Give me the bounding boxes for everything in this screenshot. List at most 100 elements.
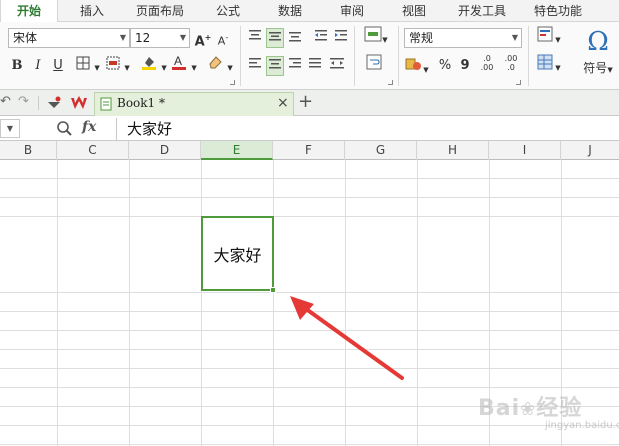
currency-button[interactable]: ▼ (404, 56, 430, 76)
column-header-d[interactable]: D (129, 141, 201, 160)
decrease-decimal-button[interactable]: .00 .0 (502, 54, 524, 74)
annotation-arrow-icon (290, 296, 404, 380)
separator (354, 26, 355, 86)
column-header-g[interactable]: G (345, 141, 417, 160)
column-header-b[interactable]: B (0, 141, 57, 160)
alignment-group-launcher-icon[interactable] (388, 80, 393, 85)
tab-special-features[interactable]: 特色功能 (526, 0, 590, 22)
paint-bucket-icon (141, 57, 161, 74)
tab-view[interactable]: 视图 (392, 0, 436, 22)
column-header-j[interactable]: J (561, 141, 619, 160)
watermark-brand: Bai (478, 396, 521, 421)
align-top-button[interactable] (246, 28, 264, 48)
percent-button[interactable]: % (436, 56, 454, 76)
distributed-align-icon (330, 58, 344, 69)
fill-handle[interactable] (270, 287, 276, 293)
tab-insert[interactable]: 插入 (70, 0, 114, 22)
table-style-button[interactable]: ▼ (534, 54, 564, 74)
symbol-icon[interactable]: Ω (578, 24, 618, 60)
tab-review[interactable]: 审阅 (330, 0, 374, 22)
align-center-button[interactable] (266, 56, 284, 76)
close-tab-button[interactable]: × (277, 95, 289, 111)
document-tab[interactable]: Book1 * × (94, 92, 294, 116)
watermark-brand-suffix: 经验 (536, 396, 583, 421)
conditional-format-button[interactable]: ▼ (534, 26, 564, 46)
font-color-button[interactable]: A ▼ (170, 54, 198, 74)
row-line (0, 425, 619, 426)
clear-format-button[interactable]: ▼ (206, 54, 234, 74)
bold-button[interactable]: B (8, 56, 26, 76)
column-header-e[interactable]: E (201, 141, 273, 160)
watermark-url: jingyan.baidu.com (545, 420, 619, 431)
baidu-paw-icon: ❀ (520, 399, 537, 420)
align-middle-button[interactable] (266, 28, 284, 48)
align-left-button[interactable] (246, 56, 264, 76)
align-right-button[interactable] (286, 56, 304, 76)
underline-button[interactable]: U (50, 56, 66, 76)
fill-color-button[interactable]: ▼ (140, 54, 168, 74)
wps-logo-icon[interactable] (70, 94, 88, 112)
shrink-font-button[interactable]: A- (214, 28, 232, 48)
number-format-value: 常规 (409, 31, 434, 45)
function-icon[interactable]: fx (82, 119, 96, 135)
grow-font-button[interactable]: A+ (194, 28, 212, 50)
undo-icon[interactable]: ↶ (0, 94, 14, 112)
align-bottom-button[interactable] (286, 28, 304, 48)
column-header-c[interactable]: C (57, 141, 129, 160)
merge-center-button[interactable]: ▼ (362, 26, 390, 46)
column-header-i[interactable]: I (489, 141, 561, 160)
justify-button[interactable] (306, 56, 324, 76)
number-format-select[interactable]: 常规 ▼ (404, 28, 522, 48)
cell-value: 大家好 (213, 245, 262, 265)
wrap-text-icon (366, 54, 382, 70)
quick-access-customize-icon[interactable] (46, 95, 62, 111)
font-name-select[interactable]: 宋体 ▼ (8, 28, 130, 48)
align-center-icon (269, 59, 281, 69)
column-header-h[interactable]: H (417, 141, 489, 160)
distributed-align-button[interactable] (326, 56, 348, 76)
new-tab-button[interactable]: + (298, 91, 313, 112)
column-line (417, 160, 418, 446)
column-header-f[interactable]: F (273, 141, 345, 160)
currency-icon (405, 58, 422, 70)
tab-developer[interactable]: 开发工具 (450, 0, 514, 22)
watermark: Bai❀经验 (478, 390, 582, 422)
separator (528, 26, 529, 86)
decrease-decimal-icon: .00 .0 (504, 54, 518, 72)
increase-indent-icon (335, 30, 347, 41)
separator (38, 96, 39, 110)
conditional-format-icon (537, 26, 553, 42)
tab-page-layout[interactable]: 页面布局 (128, 0, 192, 22)
chevron-down-icon: ▼ (119, 33, 126, 42)
italic-button[interactable]: I (30, 56, 46, 76)
tab-home[interactable]: 开始 (0, 0, 58, 23)
increase-indent-button[interactable] (332, 28, 350, 48)
redo-icon[interactable]: ↷ (18, 94, 32, 112)
align-middle-icon (269, 32, 281, 41)
zoom-icon[interactable] (56, 120, 72, 136)
name-box-dropdown[interactable]: ▼ (0, 119, 20, 138)
increase-decimal-button[interactable]: .0 .00 (478, 54, 500, 74)
borders-button[interactable]: ▼ (74, 56, 102, 76)
merge-cells-button[interactable]: ▼ (104, 56, 132, 76)
wrap-text-button[interactable] (362, 54, 386, 74)
comma-button[interactable]: 9 (456, 56, 474, 76)
tab-data[interactable]: 数据 (268, 0, 312, 22)
tab-formulas[interactable]: 公式 (206, 0, 250, 22)
column-line (57, 160, 58, 446)
font-size-value: 12 (135, 31, 151, 45)
grow-font-icon: A (194, 34, 205, 50)
selected-cell-e[interactable]: 大家好 (201, 216, 274, 291)
align-left-icon (249, 58, 261, 68)
number-group-launcher-icon[interactable] (516, 80, 521, 85)
font-group-launcher-icon[interactable] (230, 80, 235, 85)
column-line (273, 160, 274, 446)
increase-decimal-icon: .0 .00 (480, 54, 494, 72)
symbol-button[interactable]: 符号▼ (576, 58, 619, 78)
decrease-indent-button[interactable] (312, 28, 330, 48)
formula-input[interactable]: 大家好 (116, 118, 619, 140)
eraser-icon (207, 56, 227, 74)
align-bottom-icon (289, 32, 301, 42)
font-size-select[interactable]: 12 ▼ (130, 28, 190, 48)
row-line (0, 178, 619, 179)
